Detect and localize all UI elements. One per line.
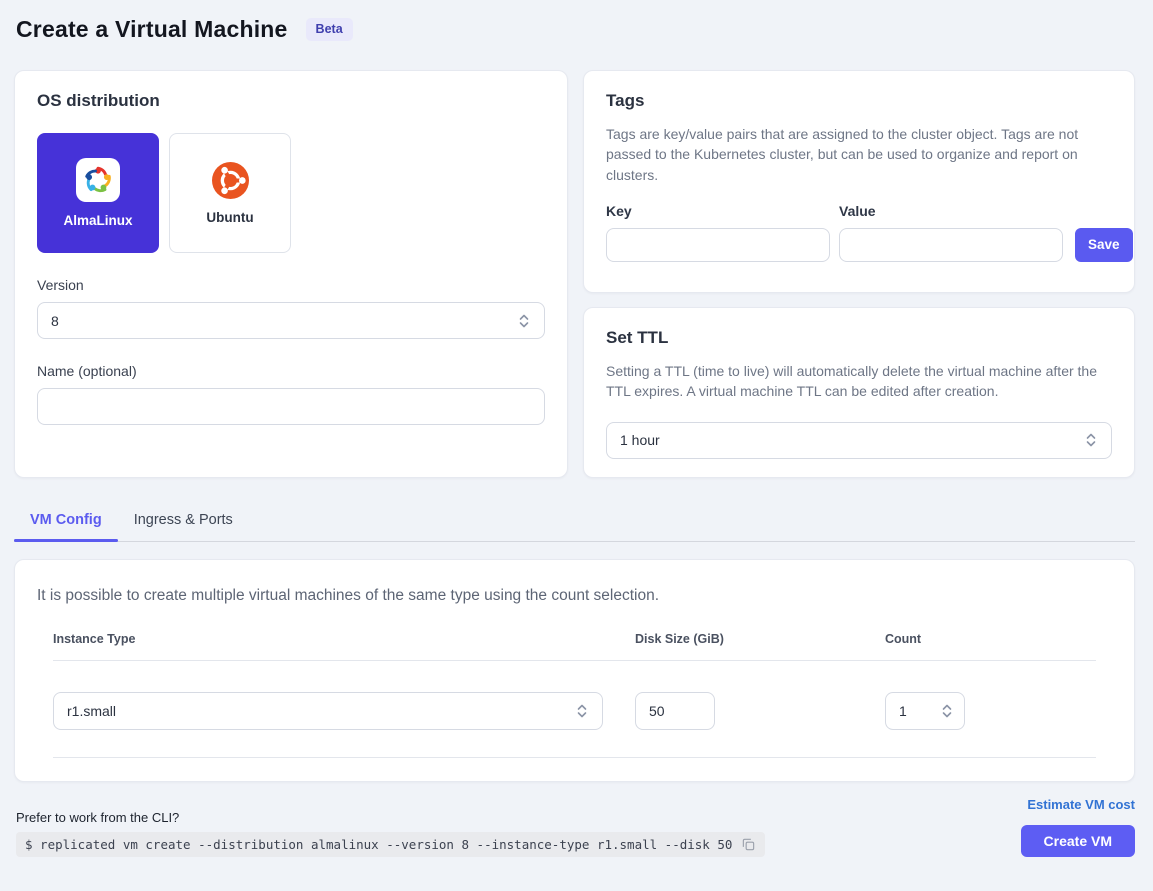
page: Create a Virtual Machine Beta OS distrib… — [0, 0, 1153, 857]
cli-label: Prefer to work from the CLI? — [16, 810, 765, 825]
tab-ingress-ports[interactable]: Ingress & Ports — [118, 500, 249, 541]
top-cards-row: OS distribution AlmaLinux — [14, 70, 1135, 478]
name-input[interactable] — [37, 388, 545, 425]
os-tile-almalinux[interactable]: AlmaLinux — [37, 133, 159, 253]
chevron-updown-icon — [575, 701, 589, 721]
ttl-description: Setting a TTL (time to live) will automa… — [606, 361, 1112, 402]
set-ttl-card: Set TTL Setting a TTL (time to live) wil… — [583, 307, 1135, 478]
create-vm-button[interactable]: Create VM — [1021, 825, 1135, 857]
column-header-count: Count — [885, 632, 1096, 660]
instance-table-row: r1.small 1 — [53, 661, 1096, 758]
chevron-updown-icon — [1084, 430, 1098, 450]
column-header-disk-size: Disk Size (GiB) — [635, 632, 885, 660]
ttl-select-value: 1 hour — [620, 432, 660, 448]
ubuntu-logo-icon — [212, 162, 249, 199]
os-tile-ubuntu[interactable]: Ubuntu — [169, 133, 291, 253]
ttl-select[interactable]: 1 hour — [606, 422, 1112, 459]
os-tile-ubuntu-label: Ubuntu — [206, 210, 253, 225]
chevron-updown-icon — [517, 311, 531, 331]
count-stepper[interactable]: 1 — [885, 692, 965, 730]
os-distribution-card: OS distribution AlmaLinux — [14, 70, 568, 478]
disk-size-input[interactable] — [635, 692, 715, 730]
almalinux-logo-icon — [76, 158, 120, 202]
cli-block: Prefer to work from the CLI? $ replicate… — [16, 810, 765, 857]
cli-command-text: $ replicated vm create --distribution al… — [25, 837, 732, 852]
tag-key-input[interactable] — [606, 228, 830, 262]
instance-table: Instance Type Disk Size (GiB) Count r1.s… — [37, 632, 1112, 758]
column-header-instance-type: Instance Type — [53, 632, 635, 660]
tag-value-input[interactable] — [839, 228, 1063, 262]
ttl-card-title: Set TTL — [606, 328, 1112, 348]
tags-description: Tags are key/value pairs that are assign… — [606, 124, 1112, 185]
tab-vm-config[interactable]: VM Config — [14, 500, 118, 541]
os-tiles: AlmaLinux Ubuntu — [37, 133, 545, 253]
tags-card: Tags Tags are key/value pairs that are a… — [583, 70, 1135, 293]
name-label: Name (optional) — [37, 363, 545, 379]
vm-config-description: It is possible to create multiple virtua… — [37, 587, 1112, 605]
count-value: 1 — [899, 703, 907, 719]
tag-form: Key Value Save — [606, 203, 1112, 262]
tab-bar: VM Config Ingress & Ports — [14, 500, 1135, 542]
instance-table-header: Instance Type Disk Size (GiB) Count — [53, 632, 1096, 661]
os-card-title: OS distribution — [37, 91, 545, 111]
tag-key-field: Key — [606, 203, 830, 262]
right-column: Tags Tags are key/value pairs that are a… — [583, 70, 1135, 478]
tag-key-label: Key — [606, 203, 830, 219]
page-header: Create a Virtual Machine Beta — [16, 16, 1135, 43]
beta-badge: Beta — [306, 18, 353, 41]
cli-command: $ replicated vm create --distribution al… — [16, 832, 765, 857]
os-tile-almalinux-label: AlmaLinux — [63, 213, 132, 228]
instance-type-value: r1.small — [67, 703, 116, 719]
footer-actions: Estimate VM cost Create VM — [1021, 797, 1135, 857]
instance-type-select[interactable]: r1.small — [53, 692, 603, 730]
tag-value-label: Value — [839, 203, 1063, 219]
version-select[interactable]: 8 — [37, 302, 545, 339]
chevron-updown-icon — [940, 701, 954, 721]
page-title: Create a Virtual Machine — [16, 16, 288, 43]
version-select-value: 8 — [51, 313, 59, 329]
save-tag-button[interactable]: Save — [1075, 228, 1133, 262]
estimate-vm-cost-link[interactable]: Estimate VM cost — [1027, 797, 1135, 812]
copy-icon[interactable] — [741, 837, 756, 852]
vm-config-card: It is possible to create multiple virtua… — [14, 559, 1135, 782]
tag-value-field: Value — [839, 203, 1063, 262]
tags-card-title: Tags — [606, 91, 1112, 111]
version-label: Version — [37, 277, 545, 293]
footer: Prefer to work from the CLI? $ replicate… — [14, 797, 1135, 857]
